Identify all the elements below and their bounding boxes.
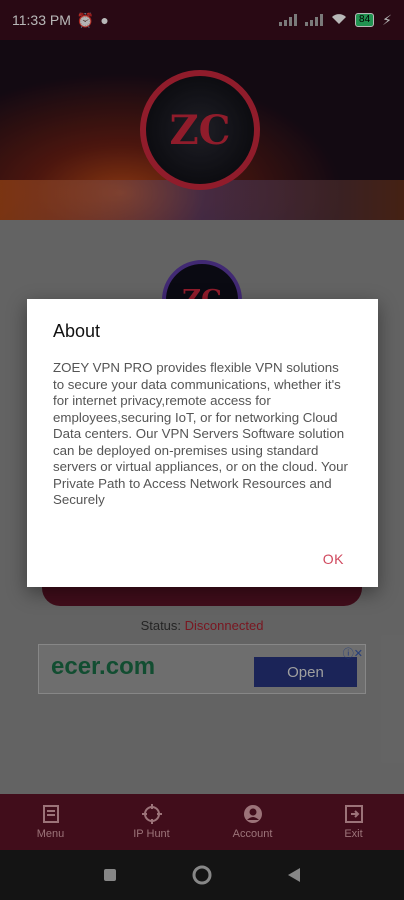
dialog-body: ZOEY VPN PRO provides flexible VPN solut… <box>53 360 348 507</box>
dialog-title: About <box>53 321 101 341</box>
ok-button[interactable]: OK <box>323 551 344 567</box>
about-dialog: About ZOEY VPN PRO provides flexible VPN… <box>27 299 378 587</box>
